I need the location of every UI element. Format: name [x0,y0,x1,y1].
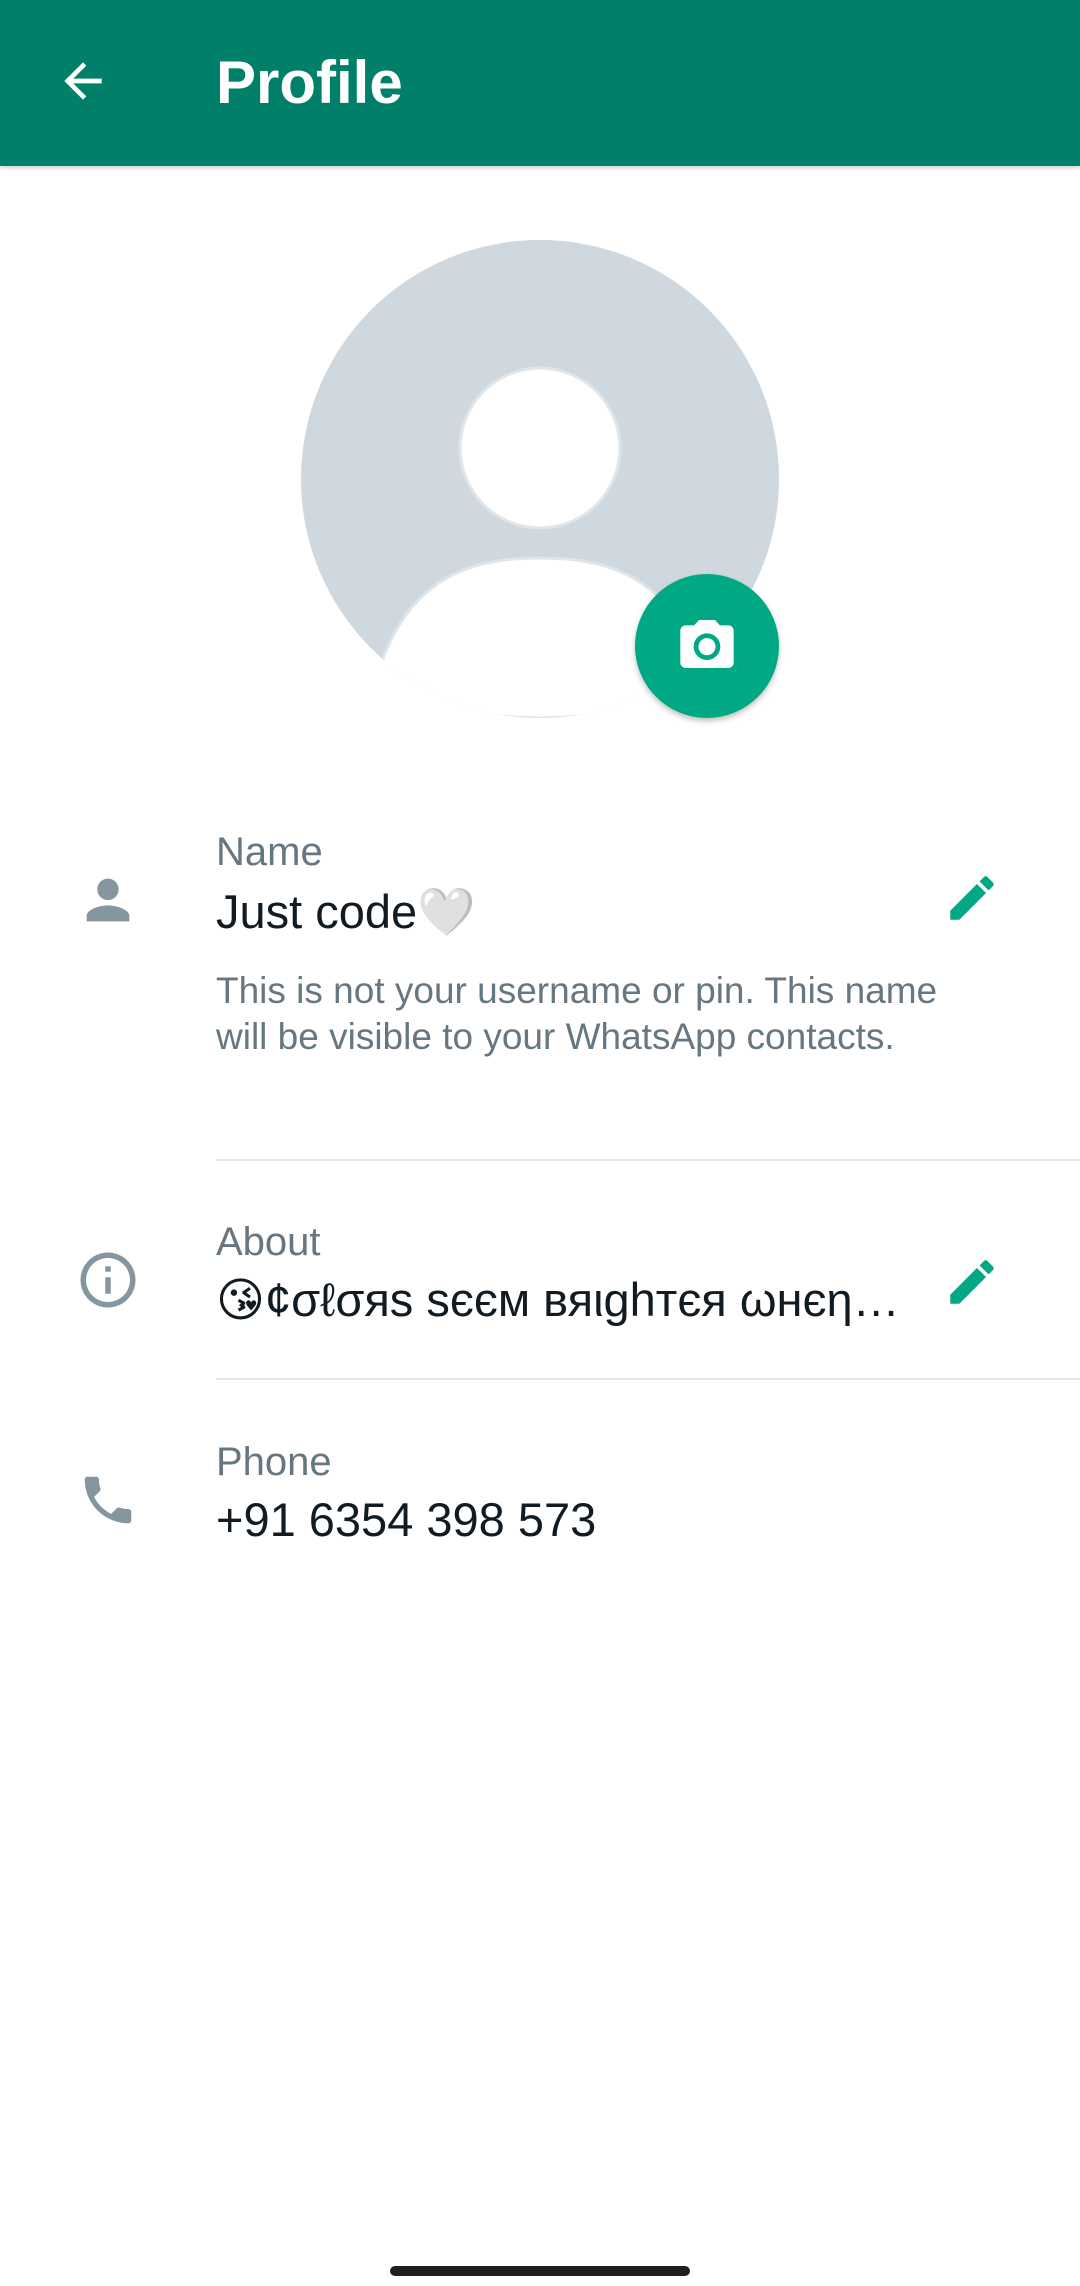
back-button[interactable] [38,43,128,123]
info-icon [68,1240,148,1320]
home-indicator[interactable] [390,2266,690,2276]
name-row[interactable]: Name Just code🤍 This is not your usernam… [0,820,1080,1120]
phone-icon [68,1460,148,1540]
phone-row: Phone +91 6354 398 573 [0,1430,1080,1580]
profile-screen: Profile Name Just code🤍 This is not your… [0,0,1080,2286]
name-label: Name [216,830,323,874]
person-icon [68,860,148,940]
profile-photo-area [301,240,779,718]
about-row[interactable]: About 😘¢σℓσяѕ ѕєєм вяιghтєя ωнєη… [0,1210,1080,1370]
phone-label: Phone [216,1440,332,1484]
change-photo-button[interactable] [635,574,779,718]
arrow-left-icon [55,53,111,114]
camera-icon [675,612,739,681]
app-bar: Profile [0,0,1080,166]
about-value: 😘¢σℓσяѕ ѕєєм вяιghтєя ωнєη… [216,1273,900,1326]
edit-name-button[interactable] [934,862,1010,938]
phone-value: +91 6354 398 573 [216,1493,597,1546]
name-value: Just code🤍 [216,885,476,938]
name-hint: This is not your username or pin. This n… [216,970,938,1057]
pencil-icon [943,869,1001,932]
about-label: About [216,1220,321,1264]
divider [216,1159,1080,1161]
divider [216,1378,1080,1380]
edit-about-button[interactable] [934,1246,1010,1322]
pencil-icon [943,1253,1001,1316]
page-title: Profile [216,49,403,116]
